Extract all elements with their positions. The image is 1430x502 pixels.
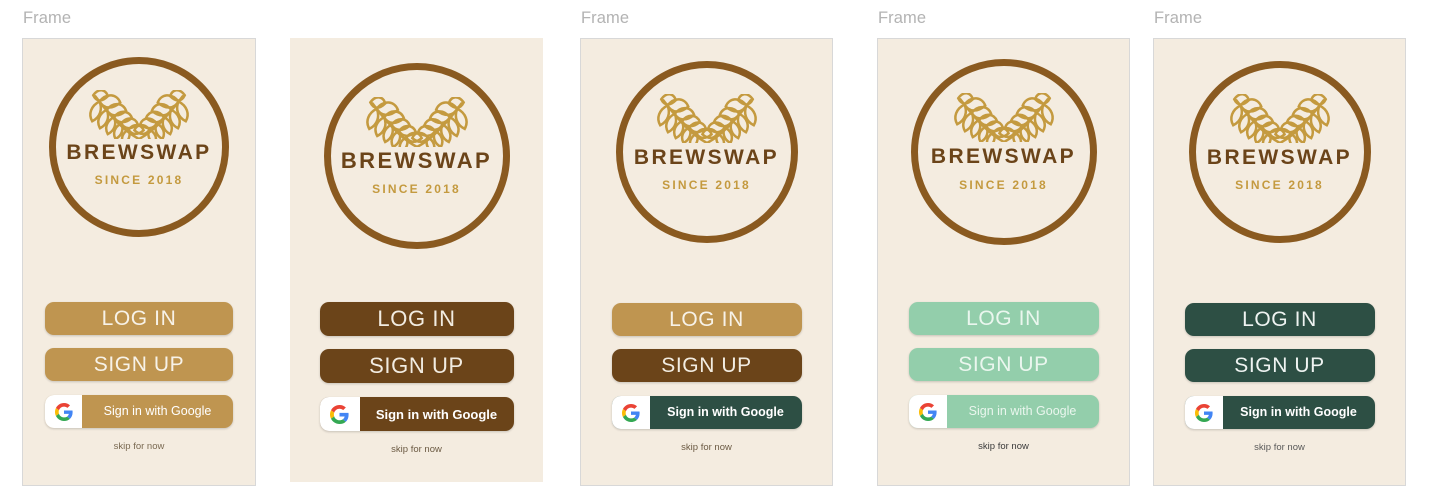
signup-button[interactable]: SIGN UP: [1184, 349, 1375, 382]
google-signin-button[interactable]: Sign in with Google: [908, 395, 1099, 428]
logo-ring: BREWSWAP SINCE 2018: [910, 59, 1097, 245]
brand-tagline: SINCE 2018: [959, 178, 1048, 192]
google-signin-label: Sign in with Google: [1240, 405, 1357, 420]
brand-logo: BREWSWAP SINCE 2018: [910, 59, 1097, 245]
brand-tagline: SINCE 2018: [1235, 178, 1324, 192]
skip-for-now-link[interactable]: skip for now: [612, 443, 802, 453]
google-signin-label: Sign in with Google: [968, 404, 1077, 419]
brand-logo: BREWSWAP SINCE 2018: [1188, 61, 1371, 243]
brand-name: BREWSWAP: [930, 145, 1077, 168]
auth-button-stack: LOG IN SIGN UP Sign in with Google skip for…: [1184, 303, 1375, 453]
google-signin-label: Sign in with Google: [375, 406, 498, 422]
frame-label[interactable]: Frame: [23, 10, 71, 27]
wheat-sprigs-icon: [655, 94, 759, 143]
signup-button[interactable]: SIGN UP: [45, 348, 233, 381]
brand-name: BREWSWAP: [1206, 146, 1353, 169]
google-g-icon: [908, 395, 947, 428]
signup-button[interactable]: SIGN UP: [908, 348, 1099, 381]
auth-button-stack: LOG IN SIGN UP Sign in with Google skip for…: [45, 302, 233, 452]
brand-name: BREWSWAP: [340, 148, 493, 173]
screens-canvas: Frame BREWSWAP SINCE 2018 LOG IN SIGN UP Sign…: [0, 0, 1430, 502]
login-button[interactable]: LOG IN: [319, 302, 514, 336]
skip-for-now-link[interactable]: skip for now: [909, 442, 1099, 452]
brand-name: BREWSWAP: [633, 146, 780, 169]
login-screen-frame: BREWSWAP SINCE 2018 LOG IN SIGN UP Sign in w…: [877, 38, 1130, 486]
frame-group-4: Frame BREWSWAP SINCE 2018 LOG IN SIGN UP Sign…: [877, 0, 1130, 502]
brand-logo: BREWSWAP SINCE 2018: [615, 61, 798, 243]
brand-tagline: SINCE 2018: [372, 182, 461, 196]
brand-tagline: SINCE 2018: [662, 178, 751, 192]
brand-name: BREWSWAP: [66, 141, 212, 164]
frame-group-5: Frame BREWSWAP SINCE 2018 LOG IN SIGN UP Sign…: [1153, 0, 1406, 502]
google-signin-label: Sign in with Google: [103, 404, 212, 419]
frame-label[interactable]: Frame: [1154, 10, 1202, 27]
wheat-sprigs-icon: [1228, 94, 1332, 143]
auth-button-stack: LOG IN SIGN UP Sign in with Google skip for…: [611, 303, 802, 453]
login-screen-frame: BREWSWAP SINCE 2018 LOG IN SIGN UP Sign in w…: [580, 38, 833, 486]
google-signin-button[interactable]: Sign in with Google: [45, 395, 233, 428]
google-signin-button[interactable]: Sign in with Google: [611, 396, 802, 429]
google-signin-button[interactable]: Sign in with Google: [319, 397, 514, 431]
frame-label[interactable]: Frame: [878, 10, 926, 27]
wheat-sprigs-icon: [87, 90, 191, 139]
brand-logo: BREWSWAP SINCE 2018: [323, 63, 510, 249]
brand-logo: BREWSWAP SINCE 2018: [49, 57, 229, 237]
frame-label[interactable]: Frame: [581, 10, 629, 27]
google-signin-label: Sign in with Google: [667, 405, 784, 420]
google-g-icon: [319, 397, 360, 431]
login-button[interactable]: LOG IN: [611, 303, 802, 336]
login-button[interactable]: LOG IN: [1184, 303, 1375, 336]
google-g-icon: [611, 396, 650, 429]
google-g-icon: [1184, 396, 1223, 429]
google-signin-button[interactable]: Sign in with Google: [1184, 396, 1375, 429]
wheat-sprigs-icon: [952, 93, 1056, 142]
signup-button[interactable]: SIGN UP: [611, 349, 802, 382]
google-g-icon: [45, 395, 82, 428]
logo-ring: BREWSWAP SINCE 2018: [1188, 61, 1371, 243]
skip-for-now-link[interactable]: skip for now: [45, 442, 233, 452]
frame-group-2: BREWSWAP SINCE 2018 LOG IN SIGN UP Sign in w…: [290, 0, 543, 502]
logo-ring: BREWSWAP SINCE 2018: [49, 57, 229, 237]
frame-group-1: Frame BREWSWAP SINCE 2018 LOG IN SIGN UP Sign…: [22, 0, 256, 502]
login-screen-frame: BREWSWAP SINCE 2018 LOG IN SIGN UP Sign in w…: [290, 38, 543, 482]
wheat-sprigs-icon: [364, 97, 470, 147]
login-button[interactable]: LOG IN: [45, 302, 233, 335]
skip-for-now-link[interactable]: skip for now: [1185, 443, 1375, 453]
logo-ring: BREWSWAP SINCE 2018: [323, 63, 510, 249]
signup-button[interactable]: SIGN UP: [319, 349, 514, 383]
skip-for-now-link[interactable]: skip for now: [320, 445, 514, 455]
brand-tagline: SINCE 2018: [94, 173, 184, 187]
login-screen-frame: BREWSWAP SINCE 2018 LOG IN SIGN UP Sign in w…: [1153, 38, 1406, 486]
login-button[interactable]: LOG IN: [908, 302, 1099, 335]
auth-button-stack: LOG IN SIGN UP Sign in with Google skip for…: [908, 302, 1099, 452]
logo-ring: BREWSWAP SINCE 2018: [615, 61, 798, 243]
login-screen-frame: BREWSWAP SINCE 2018 LOG IN SIGN UP Sign in w…: [22, 38, 256, 486]
frame-group-3: Frame BREWSWAP SINCE 2018 LOG IN SIGN UP Sign…: [580, 0, 833, 502]
auth-button-stack: LOG IN SIGN UP Sign in with Google skip for…: [319, 302, 514, 455]
